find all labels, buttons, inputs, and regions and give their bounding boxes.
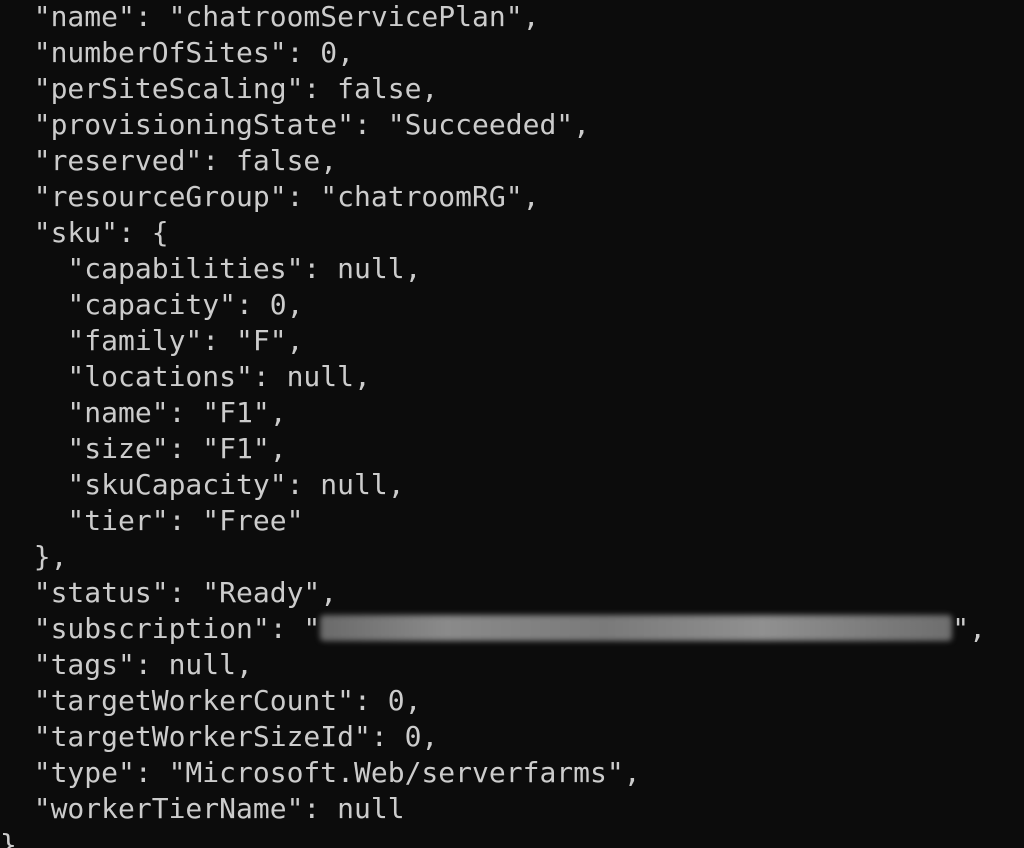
json-line: "perSiteScaling": false,: [0, 72, 439, 105]
json-line: "capacity": 0,: [0, 288, 304, 321]
json-line: "name": "chatroomServicePlan",: [0, 0, 540, 33]
json-line: "skuCapacity": null,: [0, 468, 405, 501]
subscription-line: "subscription": " ",: [0, 611, 986, 647]
json-line: }: [0, 828, 17, 848]
json-line: "targetWorkerSizeId": 0,: [0, 720, 439, 753]
redacted-subscription-id: [320, 615, 953, 641]
json-output: "name": "chatroomServicePlan", "numberOf…: [0, 0, 986, 848]
json-line: "targetWorkerCount": 0,: [0, 684, 422, 717]
json-line: "name": "F1",: [0, 396, 287, 429]
json-line: "reserved": false,: [0, 144, 338, 177]
json-line: "type": "Microsoft.Web/serverfarms",: [0, 756, 641, 789]
json-line: "locations": null,: [0, 360, 371, 393]
subscription-suffix: ",: [952, 612, 987, 645]
json-line: "provisioningState": "Succeeded",: [0, 108, 591, 141]
json-line: "capabilities": null,: [0, 252, 422, 285]
json-line: "status": "Ready",: [0, 576, 338, 609]
json-line: "workerTierName": null: [0, 792, 405, 825]
json-line: "sku": {: [0, 216, 169, 249]
json-line: "family": "F",: [0, 324, 304, 357]
json-line: "size": "F1",: [0, 432, 287, 465]
json-line: "resourceGroup": "chatroomRG",: [0, 180, 540, 213]
json-line: "tier": "Free": [0, 504, 304, 537]
terminal-window[interactable]: "name": "chatroomServicePlan", "numberOf…: [0, 0, 1024, 848]
json-line: "tags": null,: [0, 648, 253, 681]
json-line: },: [0, 540, 68, 573]
json-line: "numberOfSites": 0,: [0, 36, 355, 69]
subscription-key: "subscription": ": [0, 612, 321, 645]
